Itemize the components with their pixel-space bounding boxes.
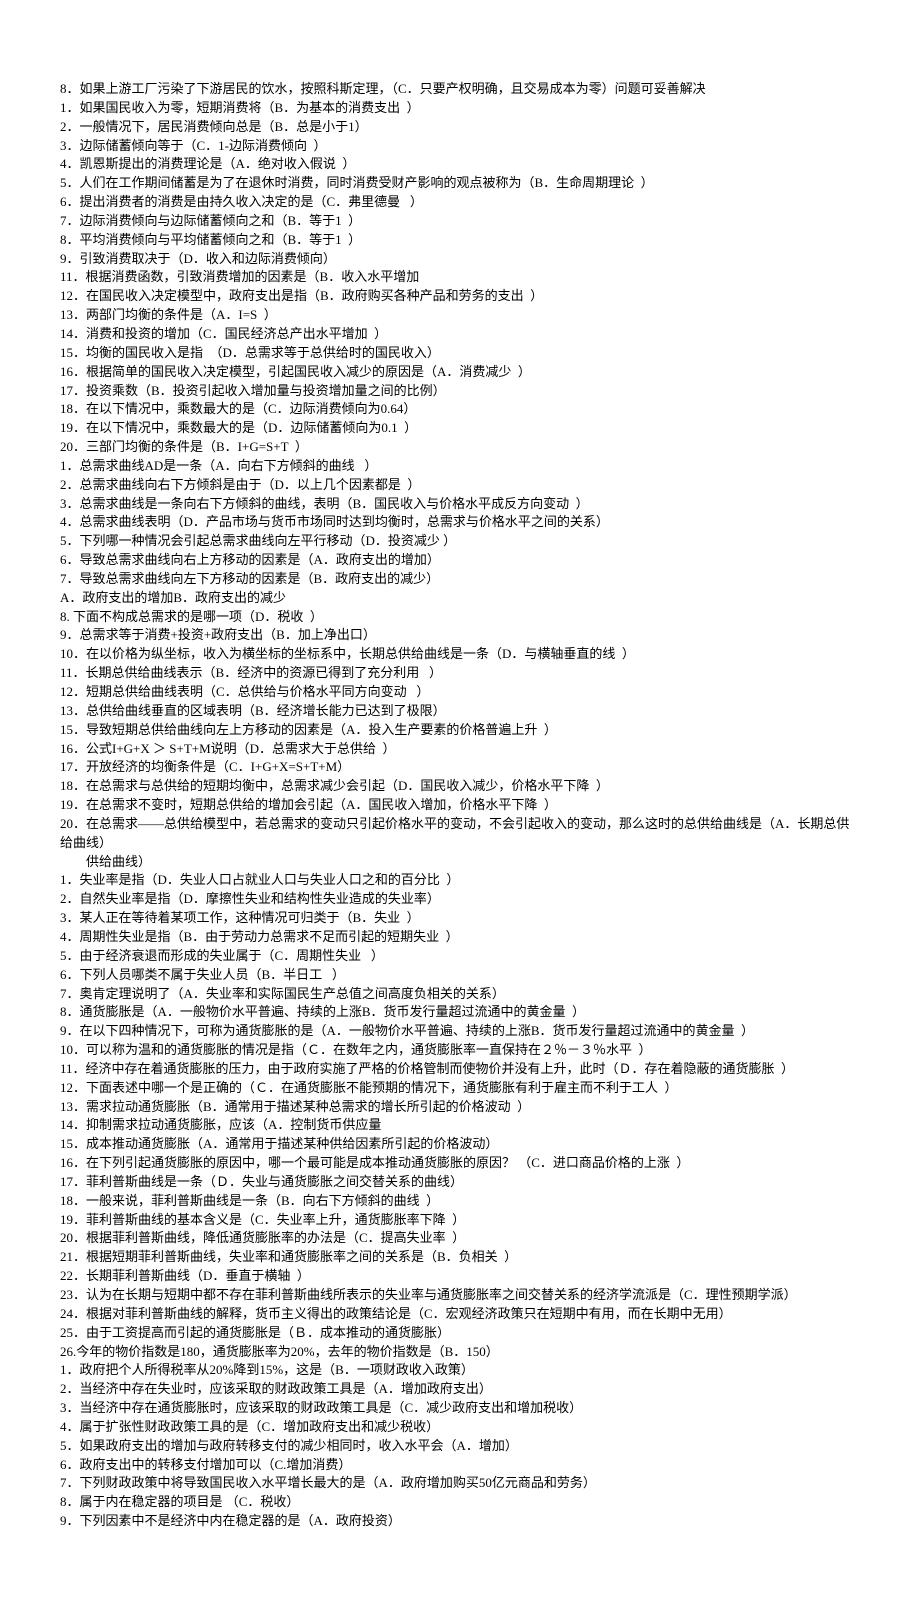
document-line: 18．在以下情况中，乘数最大的是（C．边际消费倾向为0.64） [60,400,860,419]
document-line: 8．平均消费倾向与平均储蓄倾向之和（B．等于1 ） [60,231,860,250]
document-line: 20．根据菲利普斯曲线，降低通货膨胀率的办法是（C．提高失业率 ） [60,1229,860,1248]
document-line: 4．总需求曲线表明（D．产品市场与货币市场同时达到均衡时，总需求与价格水平之间的… [60,513,860,532]
document-line: 1．失业率是指（D．失业人口占就业人口与失业人口之和的百分比 ） [60,871,860,890]
document-line: 16．在下列引起通货膨胀的原因中，哪一个最可能是成本推动通货膨胀的原因？ （C．… [60,1154,860,1173]
document-line: 9．引致消费取决于（D．收入和边际消费倾向） [60,250,860,269]
document-line: 1．总需求曲线AD是一条（A．向右下方倾斜的曲线 ） [60,457,860,476]
document-line: 6．政府支出中的转移支付增加可以（C.增加消费） [60,1456,860,1475]
document-line: A．政府支出的增加B．政府支出的减少 [60,589,860,608]
document-line: 13．需求拉动通货膨胀（B．通常用于描述某种总需求的增长所引起的价格波动 ） [60,1098,860,1117]
document-line: 19．在总需求不变时，短期总供给的增加会引起（A．国民收入增加，价格水平下降 ） [60,796,860,815]
document-line: 15．导致短期总供给曲线向左上方移动的因素是（A．投入生产要素的价格普遍上升 ） [60,721,860,740]
document-line: 2．总需求曲线向右下方倾斜是由于（D．以上几个因素都是 ） [60,476,860,495]
document-line: 22．长期菲利普斯曲线（D．垂直于横轴 ） [60,1267,860,1286]
document-line: 4．凯恩斯提出的消费理论是（A．绝对收入假说 ） [60,155,860,174]
document-line: 3．当经济中存在通货膨胀时，应该采取的财政政策工具是（C．减少政府支出和增加税收… [60,1399,860,1418]
document-line: 14．消费和投资的增加（C．国民经济总产出水平增加 ） [60,325,860,344]
document-line: 5．人们在工作期间储蓄是为了在退休时消费，同时消费受财产影响的观点被称为（B．生… [60,174,860,193]
document-line: 13．总供给曲线垂直的区域表明（B．经济增长能力已达到了极限） [60,702,860,721]
document-line: 6．提出消费者的消费是由持久收入决定的是（C．弗里德曼 ） [60,193,860,212]
document-line: 18．一般来说，菲利普斯曲线是一条（B．向右下方倾斜的曲线 ） [60,1192,860,1211]
document-line: 17．投资乘数（B．投资引起收入增加量与投资增加量之间的比例） [60,382,860,401]
document-line: 16．根据简单的国民收入决定模型，引起国民收入减少的原因是（A．消费减少 ） [60,363,860,382]
document-line: 7．导致总需求曲线向左下方移动的因素是（B．政府支出的减少） [60,570,860,589]
document-line: 3．某人正在等待着某项工作，这种情况可归类于（B．失业 ） [60,909,860,928]
document-line: 7．下列财政政策中将导致国民收入水平增长最大的是（A．政府增加购买50亿元商品和… [60,1474,860,1493]
document-line: 6．下列人员哪类不属于失业人员（B．半日工 ） [60,966,860,985]
document-line: 3．边际储蓄倾向等于（C．1-边际消费倾向 ） [60,137,860,156]
document-line: 26.今年的物价指数是180，通货膨胀率为20%，去年的物价指数是（B．150） [60,1343,860,1362]
document-line: 19．在以下情况中，乘数最大的是（D．边际储蓄倾向为0.1 ） [60,419,860,438]
document-line: 5．如果政府支出的增加与政府转移支付的减少相同时，收入水平会（A．增加） [60,1437,860,1456]
document-line: 24．根据对菲利普斯曲线的解释，货币主义得出的政策结论是（C．宏观经济政策只在短… [60,1305,860,1324]
document-line: 11．长期总供给曲线表示（B．经济中的资源已得到了充分利用 ） [60,664,860,683]
document-line: 2．一般情况下，居民消费倾向总是（B．总是小于1） [60,118,860,137]
document-line: 2．自然失业率是指（D．摩擦性失业和结构性失业造成的失业率） [60,890,860,909]
document-line: 9．下列因素中不是经济中内在稳定器的是（A．政府投资） [60,1512,860,1531]
document-line: 15．均衡的国民收入是指 （D．总需求等于总供给时的国民收入） [60,344,860,363]
document-line: 13．两部门均衡的条件是（A．I=S ） [60,306,860,325]
document-line: 7．边际消费倾向与边际储蓄倾向之和（B．等于1 ） [60,212,860,231]
document-line: 18．在总需求与总供给的短期均衡中，总需求减少会引起（D．国民收入减少，价格水平… [60,777,860,796]
document-line: 1．政府把个人所得税率从20%降到15%，这是（B．一项财政收入政策） [60,1361,860,1380]
document-line: 25．由于工资提高而引起的通货膨胀是（Ｂ．成本推动的通货膨胀） [60,1324,860,1343]
document-line: 4．周期性失业是指（B．由于劳动力总需求不足而引起的短期失业 ） [60,928,860,947]
document-line: 6．导致总需求曲线向右上方移动的因素是（A．政府支出的增加） [60,551,860,570]
document-line: 21．根据短期菲利普斯曲线，失业率和通货膨胀率之间的关系是（B．负相关 ） [60,1248,860,1267]
document-line: 12．下面表述中哪一个是正确的（Ｃ．在通货膨胀不能预期的情况下，通货膨胀有利于雇… [60,1079,860,1098]
document-line: 2．当经济中存在失业时，应该采取的财政政策工具是（A．增加政府支出） [60,1380,860,1399]
document-line: 5．下列哪一种情况会引起总需求曲线向左平行移动（D．投资减少 ） [60,532,860,551]
document-line: 12．短期总供给曲线表明（C．总供给与价格水平同方向变动 ） [60,683,860,702]
document-line: 16．公式I+G+X ＞ S+T+M说明（D．总需求大于总供给 ） [60,740,860,759]
document-line: 9．在以下四种情况下，可称为通货膨胀的是（A．一般物价水平普遍、持续的上涨B．货… [60,1022,860,1041]
document-line: 19．菲利普斯曲线的基本含义是（C．失业率上升，通货膨胀率下降 ） [60,1211,860,1230]
document-line: 15．成本推动通货膨胀（A．通常用于描述某种供给因素所引起的价格波动） [60,1135,860,1154]
document-line: 10．可以称为温和的通货膨胀的情况是指（Ｃ．在数年之内，通货膨胀率一直保持在２％… [60,1041,860,1060]
document-line: 17．菲利普斯曲线是一条（Ｄ．失业与通货膨胀之间交替关系的曲线） [60,1173,860,1192]
document-line: 20．在总需求——总供给模型中，若总需求的变动只引起价格水平的变动，不会引起收入… [60,815,860,853]
document-line: 3．总需求曲线是一条向右下方倾斜的曲线，表明（B．国民收入与价格水平成反方向变动… [60,495,860,514]
document-line: 11．根据消费函数，引致消费增加的因素是（B．收入水平增加 [60,268,860,287]
document-line: 17．开放经济的均衡条件是（C．I+G+X=S+T+M） [60,758,860,777]
document-line: 5．由于经济衰退而形成的失业属于（C．周期性失业 ） [60,947,860,966]
document-line: 14．抑制需求拉动通货膨胀，应该（A．控制货币供应量 [60,1116,860,1135]
document-line: 9．总需求等于消费+投资+政府支出（B．加上净出口） [60,626,860,645]
document-line: 10．在以价格为纵坐标，收入为横坐标的坐标系中，长期总供给曲线是一条（D．与横轴… [60,645,860,664]
document-line: 8．如果上游工厂污染了下游居民的饮水，按照科斯定理，（C．只要产权明确，且交易成… [60,80,860,99]
document-line: 8．属于内在稳定器的项目是 （C．税收） [60,1493,860,1512]
document-line: 4．属于扩张性财政政策工具的是（C．增加政府支出和减少税收） [60,1418,860,1437]
document-line: 11．经济中存在着通货膨胀的压力，由于政府实施了严格的价格管制而使物价并没有上升… [60,1060,860,1079]
document-line: 23．认为在长期与短期中都不存在菲利普斯曲线所表示的失业率与通货膨胀率之间交替关… [60,1286,860,1305]
document-line: 1．如果国民收入为零，短期消费将（B．为基本的消费支出 ） [60,99,860,118]
document-line: 12．在国民收入决定模型中，政府支出是指（B．政府购买各种产品和劳务的支出 ） [60,287,860,306]
document-line: 8．通货膨胀是（A．一般物价水平普遍、持续的上涨B．货币发行量超过流通中的黄金量… [60,1003,860,1022]
document-line: 20．三部门均衡的条件是（B．I+G=S+T ） [60,438,860,457]
document-line-continuation: 供给曲线） [60,853,860,872]
document-line: 7．奥肯定理说明了（A．失业率和实际国民生产总值之间高度负相关的关系） [60,985,860,1004]
document-line: 8. 下面不构成总需求的是哪一项（D．税收 ） [60,608,860,627]
